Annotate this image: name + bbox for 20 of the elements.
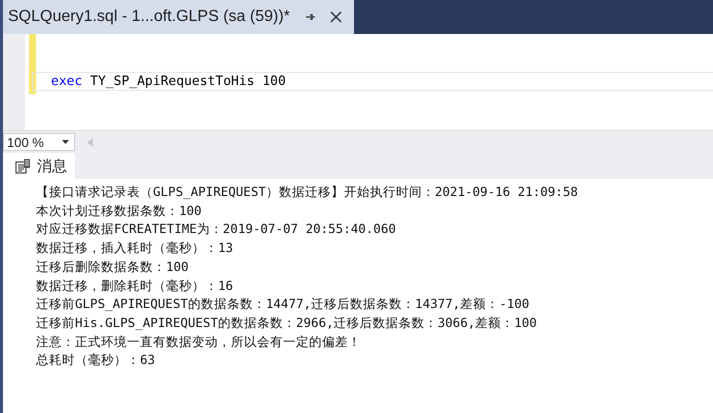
message-line: 数据迁移，删除耗时（毫秒）：16	[36, 276, 234, 295]
document-tab[interactable]: SQLQuery1.sql - 1...oft.GLPS (sa (59))*	[3, 0, 354, 34]
messages-icon	[15, 158, 31, 174]
message-line: 迁移前GLPS_APIREQUEST的数据条数：14477,迁移后数据条数：14377,差额：-100	[36, 295, 530, 314]
message-line: 数据迁移，插入耗时（毫秒）：13	[36, 239, 234, 258]
message-line: 本次计划迁移数据条数：100	[36, 202, 203, 220]
message-line: 迁移前His.GLPS_APIREQUEST的数据条数：2966,迁移后数据条数：3066,差额：100	[36, 314, 538, 332]
zoom-dropdown[interactable]: 100 %	[3, 133, 75, 151]
message-line: 总耗时（毫秒）：63	[36, 351, 156, 370]
dropdown-caret-icon	[62, 140, 69, 144]
pin-icon[interactable]	[304, 11, 316, 23]
message-line: 对应迁移数据FCREATETIME为：2019-07-07 20:55:40.060	[36, 220, 397, 238]
message-line: 迁移后删除数据条数：100	[36, 258, 190, 276]
message-line: 【接口请求记录表（GLPS_APIREQUEST）数据迁移】开始执行时间：2021-09-16 21:09:58	[36, 183, 579, 201]
message-line: 注意：正式环境一直有数据变动，所以会有一定的偏差！	[36, 332, 362, 351]
code-line: exec TY_SP_ApiRequestToHis 100	[32, 72, 713, 91]
close-icon[interactable]	[330, 11, 342, 23]
document-title: SQLQuery1.sql - 1...oft.GLPS (sa (59))*	[8, 8, 290, 26]
messages-tab[interactable]: 消息	[3, 153, 75, 179]
change-marker	[29, 34, 36, 94]
